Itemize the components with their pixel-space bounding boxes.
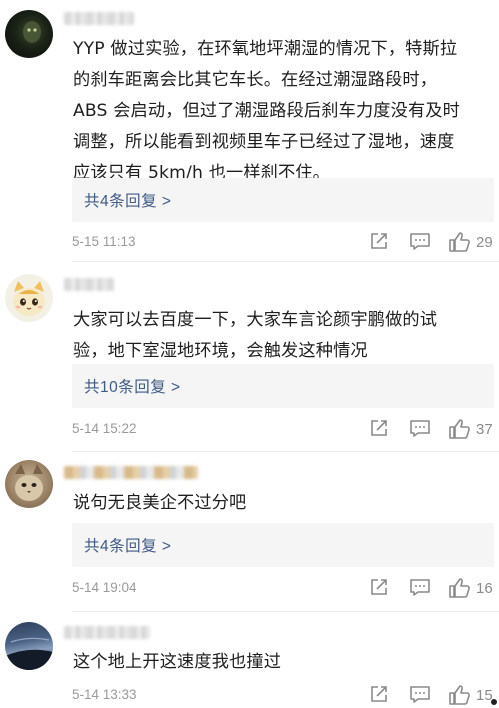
like-count: 37 (476, 421, 493, 438)
comment-meta: 5-14 19:04 16 (72, 577, 494, 601)
comment-text-line: 调整，所以能看到视频里车子已经过了湿地，速度 (73, 132, 455, 152)
comment-time: 5-14 19:04 (72, 580, 137, 595)
username-blurred[interactable] (64, 626, 150, 639)
avatar[interactable] (5, 274, 53, 322)
share-icon[interactable] (369, 231, 389, 255)
comment-text: 大家可以去百度一下，大家车言论颜宇鹏做的试 验，地下室湿地环境，会触发这种情况 (73, 305, 493, 367)
reply-box[interactable]: 共10条回复 > (72, 364, 494, 408)
comment-item: 大家可以去百度一下，大家车言论颜宇鹏做的试 验，地下室湿地环境，会触发这种情况 … (0, 262, 499, 452)
comment-time: 5-14 13:33 (72, 687, 137, 702)
view-replies-link[interactable]: 共10条回复 > (84, 375, 181, 397)
comment-text-line: 说句无良美企不过分吧 (73, 493, 247, 513)
thumbs-up-icon[interactable] (448, 577, 472, 601)
avatar[interactable] (5, 10, 53, 58)
comment-text: YYP 做过实验，在环氧地坪潮湿的情况下，特斯拉 的刹车距离会比其它车长。在经过… (73, 34, 493, 189)
comment-text-line: 大家可以去百度一下，大家车言论颜宇鹏做的试 (73, 310, 438, 330)
thumbs-up-icon[interactable] (448, 418, 472, 442)
avatar[interactable] (5, 460, 53, 508)
comment-icon[interactable] (409, 684, 431, 708)
comment-text-line: 的刹车距离会比其它车长。在经过潮湿路段时， (73, 70, 438, 90)
comment-icon[interactable] (409, 577, 431, 601)
comment-icon[interactable] (409, 418, 431, 442)
share-icon[interactable] (369, 418, 389, 442)
like-count: 29 (476, 234, 493, 251)
comment-meta: 5-14 13:33 15 (72, 684, 494, 708)
username-blurred[interactable] (64, 278, 114, 291)
thumbs-up-icon[interactable] (448, 231, 472, 255)
comment-text-line: YYP 做过实验，在环氧地坪潮湿的情况下，特斯拉 (73, 39, 458, 59)
reply-box[interactable]: 共4条回复 > (72, 523, 494, 567)
comment-text-line: ABS 会启动，但过了潮湿路段后刹车力度没有及时 (73, 101, 460, 121)
comment-text: 说句无良美企不过分吧 (73, 488, 493, 519)
comment-text-line: 这个地上开这速度我也撞过 (73, 652, 282, 672)
comment-item: 这个地上开这速度我也撞过 5-14 13:33 15 (0, 612, 499, 707)
comment-icon[interactable] (409, 231, 431, 255)
share-icon[interactable] (369, 684, 389, 708)
view-replies-link[interactable]: 共4条回复 > (84, 534, 171, 556)
comment-text: 这个地上开这速度我也撞过 (73, 647, 493, 678)
view-replies-link[interactable]: 共4条回复 > (84, 189, 171, 211)
reply-box[interactable]: 共4条回复 > (72, 178, 494, 222)
comment-text-line: 验，地下室湿地环境，会触发这种情况 (73, 341, 368, 361)
avatar[interactable] (5, 622, 53, 670)
comment-meta: 5-14 15:22 37 (72, 418, 494, 442)
page-indicator-dot (491, 699, 497, 705)
comment-time: 5-14 15:22 (72, 421, 137, 436)
username-blurred[interactable] (64, 466, 198, 479)
comment-time: 5-15 11:13 (72, 234, 136, 249)
like-count: 16 (476, 580, 493, 597)
comment-meta: 5-15 11:13 29 (72, 231, 494, 255)
share-icon[interactable] (369, 577, 389, 601)
thumbs-up-icon[interactable] (448, 684, 472, 708)
username-blurred[interactable] (64, 12, 134, 25)
comment-item: 说句无良美企不过分吧 共4条回复 > 5-14 19:04 16 (0, 452, 499, 612)
comment-item: YYP 做过实验，在环氧地坪潮湿的情况下，特斯拉 的刹车距离会比其它车长。在经过… (0, 0, 499, 262)
